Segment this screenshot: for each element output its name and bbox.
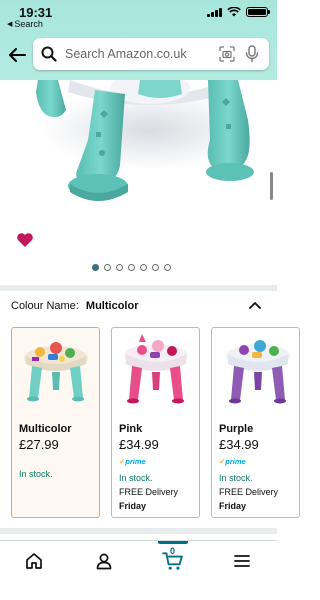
variant-name: Multicolor (19, 423, 72, 435)
variant-stock: In stock. (219, 473, 253, 483)
app-header: 19:31 ◀ Search (0, 0, 277, 80)
product-image[interactable] (0, 80, 277, 290)
bottom-navigation: 0 (0, 540, 277, 600)
colour-name-row: Colour Name: Multicolor (11, 300, 138, 312)
carousel-dot[interactable] (152, 264, 159, 271)
page-scroll-indicator (270, 172, 273, 200)
carousel-dot[interactable] (140, 264, 147, 271)
variant-price: £34.99 (119, 437, 159, 452)
back-arrow-icon[interactable] (6, 44, 28, 66)
variant-name: Purple (219, 423, 254, 435)
favorite-heart-icon[interactable] (16, 232, 34, 248)
variant-image (12, 328, 99, 413)
camera-search-icon[interactable] (219, 46, 235, 62)
carousel-dot[interactable] (104, 264, 111, 271)
variant-image (112, 328, 199, 413)
variant-delivery: FREE Delivery (119, 487, 179, 497)
status-time: 19:31 (19, 5, 53, 20)
colour-label: Colour Name: (11, 300, 79, 312)
status-bar: 19:31 ◀ Search (0, 0, 277, 32)
variant-price: £27.99 (19, 437, 59, 452)
nav-menu-button[interactable] (222, 541, 262, 581)
section-divider (0, 528, 277, 534)
back-app-label: Search (14, 19, 43, 29)
carousel-dot[interactable] (164, 264, 171, 271)
colour-variant-list: Multicolor £27.99 In stock. Pink £34.99 … (11, 327, 300, 519)
search-input[interactable] (65, 47, 205, 61)
wifi-icon (227, 7, 241, 17)
variant-delivery: FREE Delivery (219, 487, 279, 497)
back-triangle-icon: ◀ (7, 21, 13, 28)
user-icon (96, 553, 112, 570)
search-bar[interactable] (33, 38, 269, 70)
cart-count-badge: 0 (170, 546, 176, 556)
nav-account-button[interactable] (84, 541, 124, 581)
carousel-dot[interactable] (92, 264, 99, 271)
variant-image (212, 328, 299, 413)
colour-selected-value: Multicolor (85, 300, 139, 312)
signal-icon (207, 7, 222, 17)
variant-stock: In stock. (119, 473, 153, 483)
battery-icon (246, 7, 270, 17)
section-divider (0, 285, 277, 291)
status-icons (207, 7, 270, 17)
variant-name: Pink (119, 423, 143, 435)
variant-card-pink[interactable]: Pink £34.99 ✓prime In stock. FREE Delive… (111, 327, 200, 518)
variant-price: £34.99 (219, 437, 259, 452)
chevron-up-icon[interactable] (249, 301, 261, 309)
variant-delivery-day: Friday (119, 501, 147, 511)
variant-delivery-day: Friday (219, 501, 247, 511)
prime-badge: ✓prime (219, 457, 246, 466)
search-icon (41, 46, 57, 62)
variant-card-purple[interactable]: Purple £34.99 ✓prime In stock. FREE Deli… (211, 327, 300, 518)
hamburger-menu-icon (234, 555, 250, 567)
image-carousel-dots (92, 264, 171, 271)
carousel-dot[interactable] (128, 264, 135, 271)
microphone-icon[interactable] (245, 45, 259, 63)
prime-badge: ✓prime (119, 457, 146, 466)
variant-stock: In stock. (19, 469, 53, 479)
back-to-app-link[interactable]: ◀ Search (7, 19, 43, 29)
carousel-dot[interactable] (116, 264, 123, 271)
nav-home-button[interactable] (14, 541, 54, 581)
activity-table-image (36, 80, 260, 201)
home-icon (26, 553, 42, 569)
variant-card-multicolor[interactable]: Multicolor £27.99 In stock. (11, 327, 100, 518)
